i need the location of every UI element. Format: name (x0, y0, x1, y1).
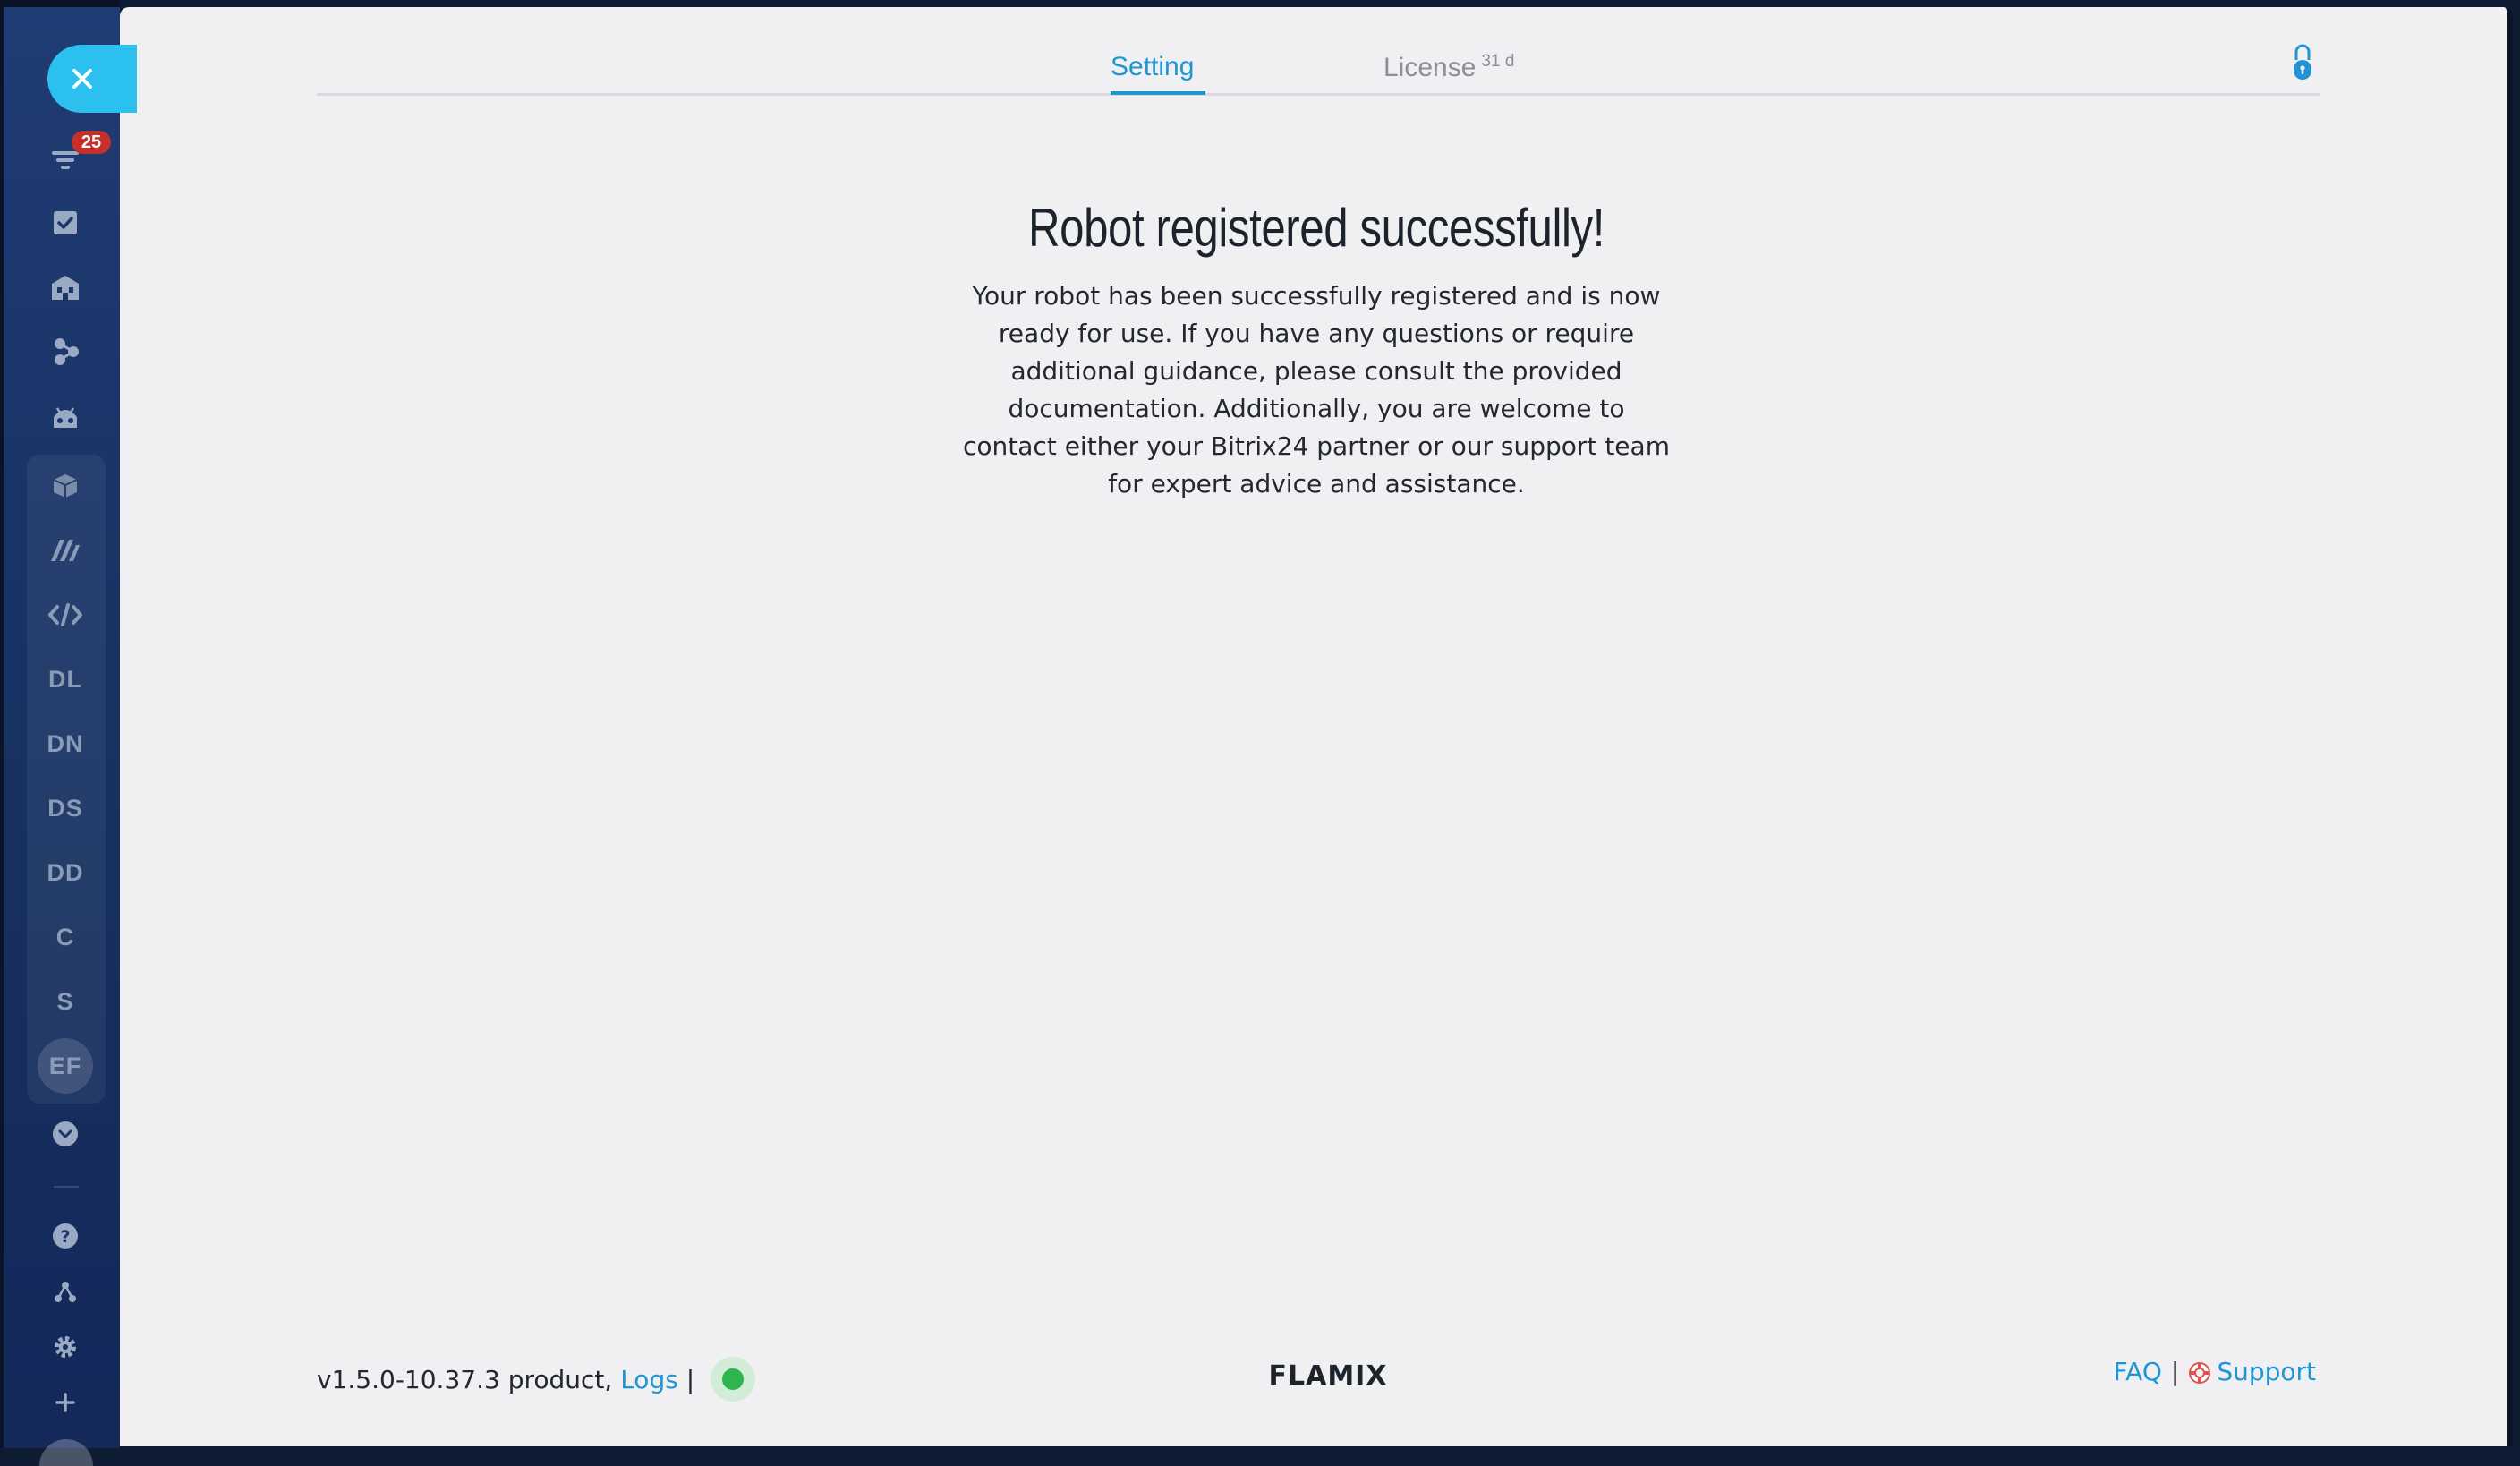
sidebar-item-s[interactable]: S (30, 979, 100, 1024)
sitemap-icon (55, 1282, 76, 1302)
sidebar-item-robots[interactable] (30, 396, 100, 440)
sidebar-item-company[interactable] (30, 265, 100, 310)
sidebar-item-developer[interactable] (30, 592, 100, 637)
license-days-remaining: 31 d (1481, 52, 1515, 71)
sidebar-item-dd[interactable]: DD (30, 850, 100, 895)
active-tab-indicator (1111, 91, 1205, 95)
sidebar-item-help[interactable]: ? (30, 1214, 100, 1258)
lock-button[interactable] (2284, 41, 2321, 86)
sidebar-item-label: EF (48, 1052, 82, 1079)
sidebar-item-sitemap[interactable] (30, 1269, 100, 1314)
close-button[interactable] (47, 45, 137, 113)
version-text: v1.5.0-10.37.3 product, (317, 1364, 613, 1394)
sidebar-item-label: DD (47, 858, 84, 886)
sidebar-item-dn[interactable]: DN (30, 721, 100, 766)
sidebar-item-label: DN (47, 729, 84, 757)
gear-icon (55, 1336, 76, 1358)
tasks-icon (54, 211, 77, 234)
sidebar-item-label: DS (47, 794, 83, 822)
logs-link[interactable]: Logs (620, 1365, 678, 1394)
sidebar-item-ef[interactable]: EF (30, 1038, 100, 1094)
close-icon (72, 69, 92, 89)
sidebar-item-box[interactable] (30, 464, 100, 508)
sidebar-divider (54, 1186, 79, 1188)
faq-link[interactable]: FAQ (2114, 1357, 2162, 1386)
success-message: Your robot has been successfully registe… (963, 281, 1670, 499)
sidebar-item-workflows[interactable] (30, 329, 100, 374)
page-title: Robot registered successfully! (1027, 198, 1605, 258)
sidebar-item-tasks[interactable] (30, 200, 100, 245)
workflow-icon (55, 338, 79, 365)
notification-badge: 25 (72, 131, 111, 154)
footer-separator: | (685, 1364, 695, 1394)
sidebar-item-settings[interactable] (30, 1325, 100, 1369)
sidebar-item-ds[interactable]: DS (30, 786, 100, 831)
footer-separator: | (2170, 1357, 2180, 1386)
support-label: Support (2217, 1357, 2316, 1386)
lock-icon (2294, 44, 2311, 80)
sidebar-item-c[interactable]: C (30, 915, 100, 959)
plus-icon (55, 1393, 75, 1412)
tab-license[interactable]: License 31 d (1383, 52, 1514, 83)
robot-icon (54, 407, 77, 428)
sidebar-item-label: DL (48, 665, 82, 693)
sidebar-item-dl[interactable]: DL (30, 657, 100, 702)
company-icon (52, 276, 79, 300)
sidebar-more-button[interactable] (30, 1112, 100, 1156)
avatar: EF (38, 1038, 93, 1094)
sidebar-item-label: C (55, 923, 75, 950)
support-link[interactable]: Support (2188, 1357, 2316, 1386)
help-icon: ? (53, 1223, 78, 1249)
left-sidebar: 25 DL DN DS DD C S EF ? (0, 0, 137, 1466)
flamix-logo: FLAMIX (1268, 1360, 1388, 1392)
tabs-divider (317, 93, 2320, 96)
marketplace-icon (51, 540, 80, 561)
sidebar-add-button[interactable] (30, 1380, 100, 1425)
lifebuoy-icon (2189, 1362, 2211, 1384)
app-panel: Setting License 31 d Robot registered suc… (120, 7, 2513, 1446)
sidebar-item-marketplace[interactable] (30, 528, 100, 573)
footer-links: FAQ | Support (2114, 1357, 2316, 1386)
tab-license-label: License (1383, 53, 1477, 82)
box-icon (53, 474, 78, 498)
svg-text:?: ? (60, 1227, 70, 1247)
tab-setting[interactable]: Setting (1111, 52, 1194, 82)
footer-version-info: v1.5.0-10.37.3 product, Logs | (317, 1357, 756, 1402)
sidebar-item-label: S (56, 987, 74, 1015)
status-indicator (711, 1357, 756, 1402)
chevron-down-icon (53, 1121, 78, 1146)
code-icon (48, 603, 82, 626)
avatar[interactable] (39, 1439, 93, 1466)
